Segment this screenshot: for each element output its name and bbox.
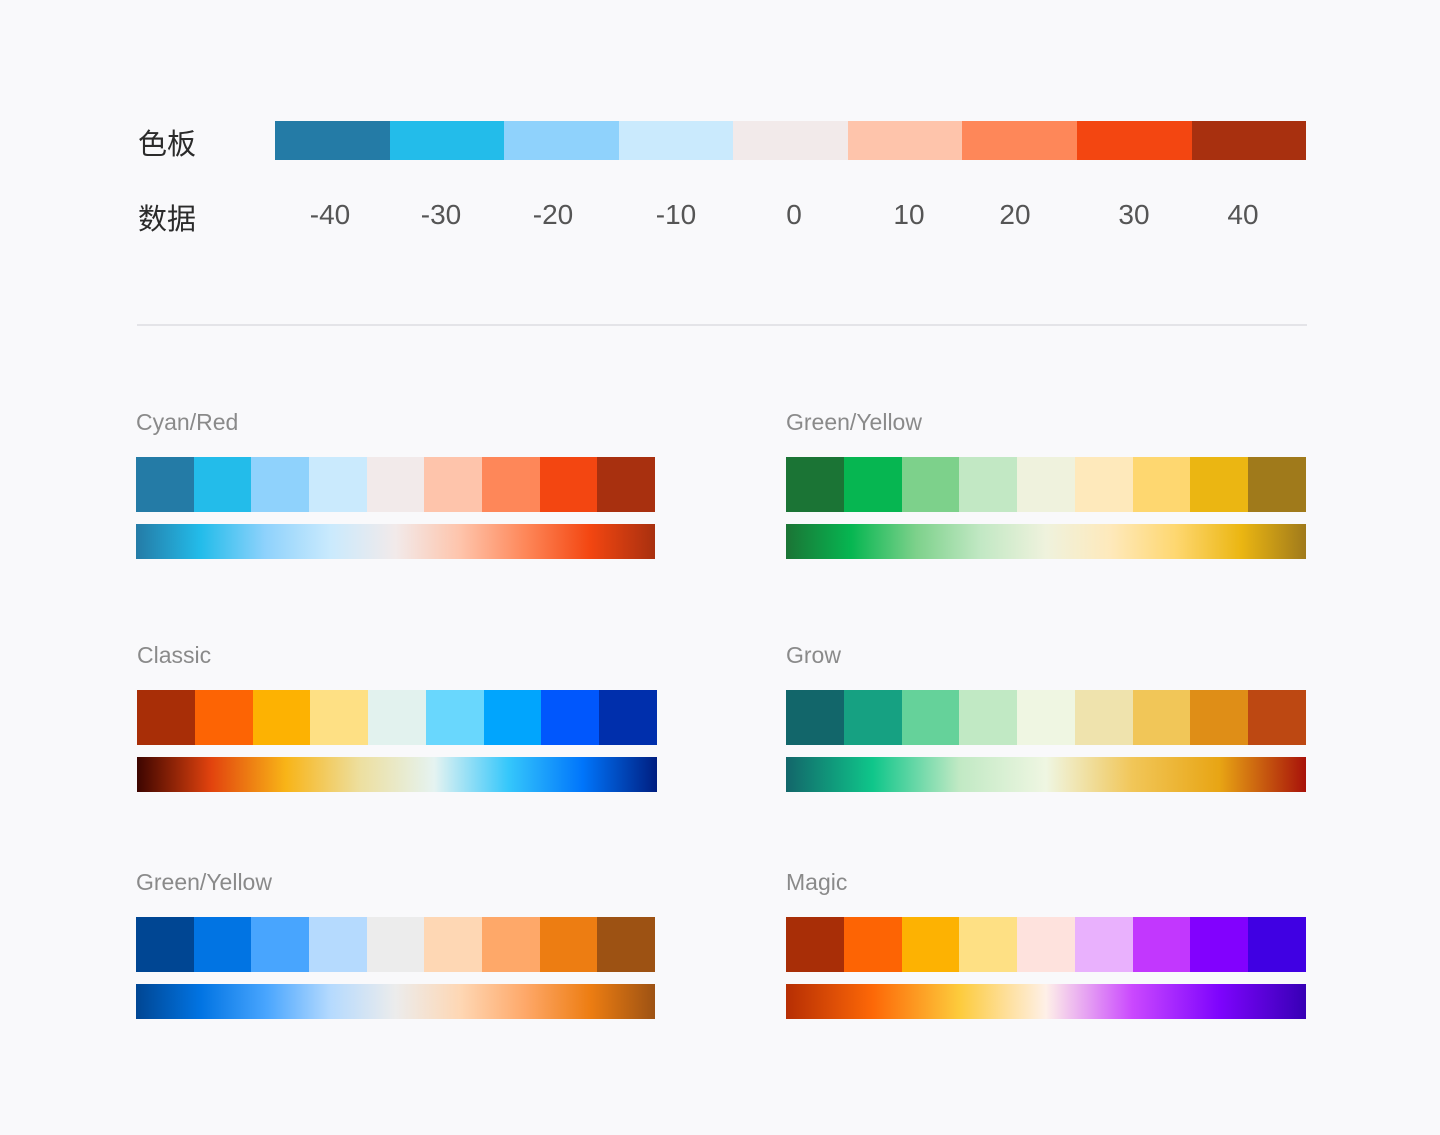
palette-swatch	[1190, 457, 1249, 512]
palette-swatch	[251, 917, 310, 972]
data-value: 20	[999, 199, 1031, 230]
palette-swatch	[786, 917, 844, 972]
palette-swatch	[310, 690, 369, 745]
palette-swatch	[901, 917, 960, 972]
palette-swatch	[1190, 690, 1249, 745]
legend-swatch	[847, 121, 963, 160]
palette-swatch	[1074, 457, 1133, 512]
palette-swatch	[368, 690, 426, 745]
palette-swatch	[252, 690, 311, 745]
data-value: -40	[309, 199, 351, 230]
data-value: -10	[655, 199, 697, 230]
legend-swatch	[733, 121, 848, 160]
palette-gradient	[136, 524, 655, 559]
palette-swatch	[597, 457, 656, 512]
palette-steps	[786, 917, 1307, 972]
palette-swatch	[1074, 917, 1133, 972]
palette-swatch	[843, 690, 902, 745]
data-value: 10	[893, 199, 925, 230]
palette-swatch	[424, 917, 483, 972]
palette-swatch	[1248, 457, 1307, 512]
palette-swatch	[1017, 457, 1075, 512]
palette-swatch	[786, 690, 844, 745]
palette-swatch	[309, 457, 367, 512]
palette-row-label: 色板	[138, 127, 197, 161]
data-value: 30	[1118, 199, 1150, 230]
legend-swatch	[504, 121, 619, 160]
palette-swatch	[1132, 457, 1191, 512]
palette-name: Grow	[786, 642, 841, 668]
palette-steps	[786, 690, 1307, 745]
palette-swatch	[541, 690, 600, 745]
palette-swatch	[1017, 917, 1075, 972]
palette-swatch	[539, 917, 598, 972]
palette-gradient	[786, 757, 1306, 792]
legend-swatch	[962, 121, 1077, 160]
palette-gradient	[786, 524, 1306, 559]
palette-swatch	[1074, 690, 1133, 745]
palette-swatch	[193, 917, 252, 972]
palette-gradient	[136, 984, 655, 1019]
palette-name: Green/Yellow	[136, 869, 272, 895]
palette-swatch	[424, 457, 483, 512]
palette-swatch	[482, 457, 540, 512]
palette-swatch	[1248, 917, 1307, 972]
data-value: 40	[1227, 199, 1259, 230]
palette-steps	[137, 690, 658, 745]
palette-swatch	[959, 457, 1018, 512]
data-value: -30	[420, 199, 462, 230]
legend-swatch	[389, 121, 505, 160]
palette-swatch	[193, 457, 252, 512]
palette-swatch	[366, 917, 425, 972]
data-value: -20	[532, 199, 574, 230]
palette-swatch	[1017, 690, 1075, 745]
palette-name: Magic	[786, 869, 848, 895]
palette-swatch	[843, 917, 902, 972]
palette-swatch	[136, 917, 194, 972]
palette-swatch	[1248, 690, 1307, 745]
legend-swatch	[618, 121, 734, 160]
main-color-scale	[275, 121, 1307, 160]
palette-swatch	[843, 457, 902, 512]
palette-swatch	[1132, 690, 1191, 745]
palette-swatch	[786, 457, 844, 512]
data-value-row: -40 -30 -20 -10 0 10 20 30 40	[0, 199, 1440, 239]
palette-swatch	[309, 917, 367, 972]
palette-swatch	[597, 917, 656, 972]
palette-steps	[136, 917, 656, 972]
palette-swatch	[137, 690, 195, 745]
palette-swatch	[1190, 917, 1249, 972]
palette-swatch	[599, 690, 658, 745]
palette-swatch	[366, 457, 425, 512]
legend-swatch	[275, 121, 390, 160]
palette-swatch	[482, 917, 540, 972]
palette-swatch	[425, 690, 484, 745]
palette-swatch	[959, 917, 1018, 972]
palette-steps	[136, 457, 656, 512]
palette-swatch	[194, 690, 253, 745]
palette-swatch	[136, 457, 194, 512]
palette-swatch	[1132, 917, 1191, 972]
palette-gradient	[137, 757, 657, 792]
legend-swatch	[1076, 121, 1192, 160]
palette-name: Classic	[137, 642, 212, 668]
palette-swatch	[901, 457, 960, 512]
palette-swatch	[539, 457, 598, 512]
palette-swatch	[251, 457, 310, 512]
palette-name: Cyan/Red	[136, 409, 239, 435]
legend-swatch	[1191, 121, 1307, 160]
palette-swatch	[901, 690, 960, 745]
palette-gradient	[786, 984, 1306, 1019]
divider	[137, 324, 1307, 326]
data-value: 0	[786, 199, 802, 230]
palette-swatch	[483, 690, 542, 745]
palette-steps	[786, 457, 1307, 512]
palette-swatch	[959, 690, 1018, 745]
palette-name: Green/Yellow	[786, 409, 922, 435]
